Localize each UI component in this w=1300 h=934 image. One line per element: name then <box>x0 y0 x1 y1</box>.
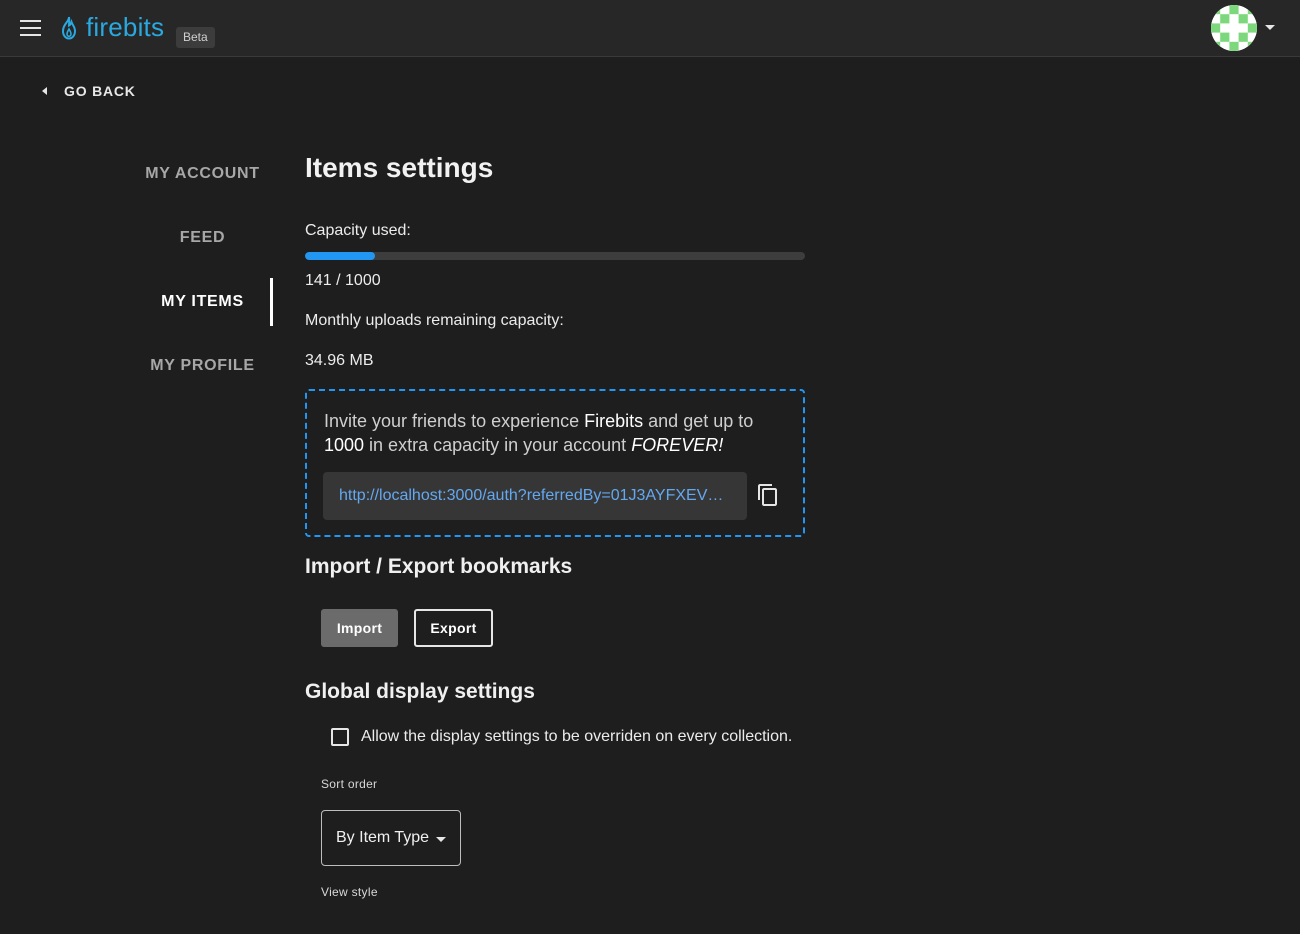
invite-forever: FOREVER! <box>631 435 724 455</box>
nav-item-my-items[interactable]: MY ITEMS <box>130 270 275 334</box>
monthly-capacity-value: 34.96 MB <box>305 352 374 369</box>
import-export-heading: Import / Export bookmarks <box>305 555 573 578</box>
capacity-progress-bar <box>305 252 805 260</box>
invite-text-part: Invite your friends to experience <box>324 411 585 431</box>
logo-text: firebits <box>86 12 165 42</box>
monthly-capacity-label: Monthly uploads remaining capacity: <box>305 312 564 329</box>
go-back-button[interactable]: GO BACK <box>42 80 136 102</box>
capacity-progress-fill <box>305 252 376 260</box>
avatar[interactable] <box>1211 5 1257 51</box>
sort-order-value: By Item Type <box>336 829 430 846</box>
app-bar: firebits Beta <box>0 0 1300 57</box>
override-checkbox-label: Allow the display settings to be overrid… <box>361 728 793 745</box>
nav-item-feed[interactable]: FEED <box>130 206 275 270</box>
override-checkbox[interactable] <box>331 728 349 746</box>
arrow-left-icon <box>42 87 47 95</box>
logo[interactable]: firebits <box>58 12 164 43</box>
page-title: Items settings <box>305 152 494 183</box>
invite-box: Invite your friends to experience Firebi… <box>305 389 805 537</box>
override-checkbox-row[interactable]: Allow the display settings to be overrid… <box>331 728 792 746</box>
nav-item-my-account[interactable]: MY ACCOUNT <box>130 142 275 206</box>
chevron-down-icon[interactable] <box>1265 25 1275 30</box>
copy-icon[interactable] <box>756 483 780 507</box>
capacity-count: 141 / 1000 <box>305 272 381 289</box>
menu-icon[interactable] <box>18 16 44 40</box>
invite-brand: Firebits <box>584 411 644 431</box>
global-display-heading: Global display settings <box>305 680 535 703</box>
nav-item-my-profile[interactable]: MY PROFILE <box>130 334 275 398</box>
flame-icon <box>61 16 77 40</box>
sort-order-select[interactable]: By Item Type <box>321 810 461 866</box>
capacity-label: Capacity used: <box>305 222 411 239</box>
active-tab-indicator <box>270 278 273 326</box>
invite-text: Invite your friends to experience Firebi… <box>324 409 794 457</box>
sort-order-label: Sort order <box>321 777 378 791</box>
import-button[interactable]: Import <box>321 609 398 647</box>
referral-link[interactable]: http://localhost:3000/auth?referredBy=01… <box>339 487 731 505</box>
settings-nav: MY ACCOUNT FEED MY ITEMS MY PROFILE <box>130 142 275 398</box>
dropdown-icon <box>436 837 446 842</box>
invite-amount: 1000 <box>324 435 365 455</box>
go-back-label: GO BACK <box>64 83 136 99</box>
view-style-label: View style <box>321 885 378 899</box>
invite-text-part: in extra capacity in your account <box>364 435 632 455</box>
export-button[interactable]: Export <box>414 609 493 647</box>
avatar-identicon <box>1211 5 1257 51</box>
invite-text-part: and get up to <box>643 411 754 431</box>
beta-badge: Beta <box>176 27 215 48</box>
referral-link-field[interactable]: http://localhost:3000/auth?referredBy=01… <box>323 472 747 520</box>
